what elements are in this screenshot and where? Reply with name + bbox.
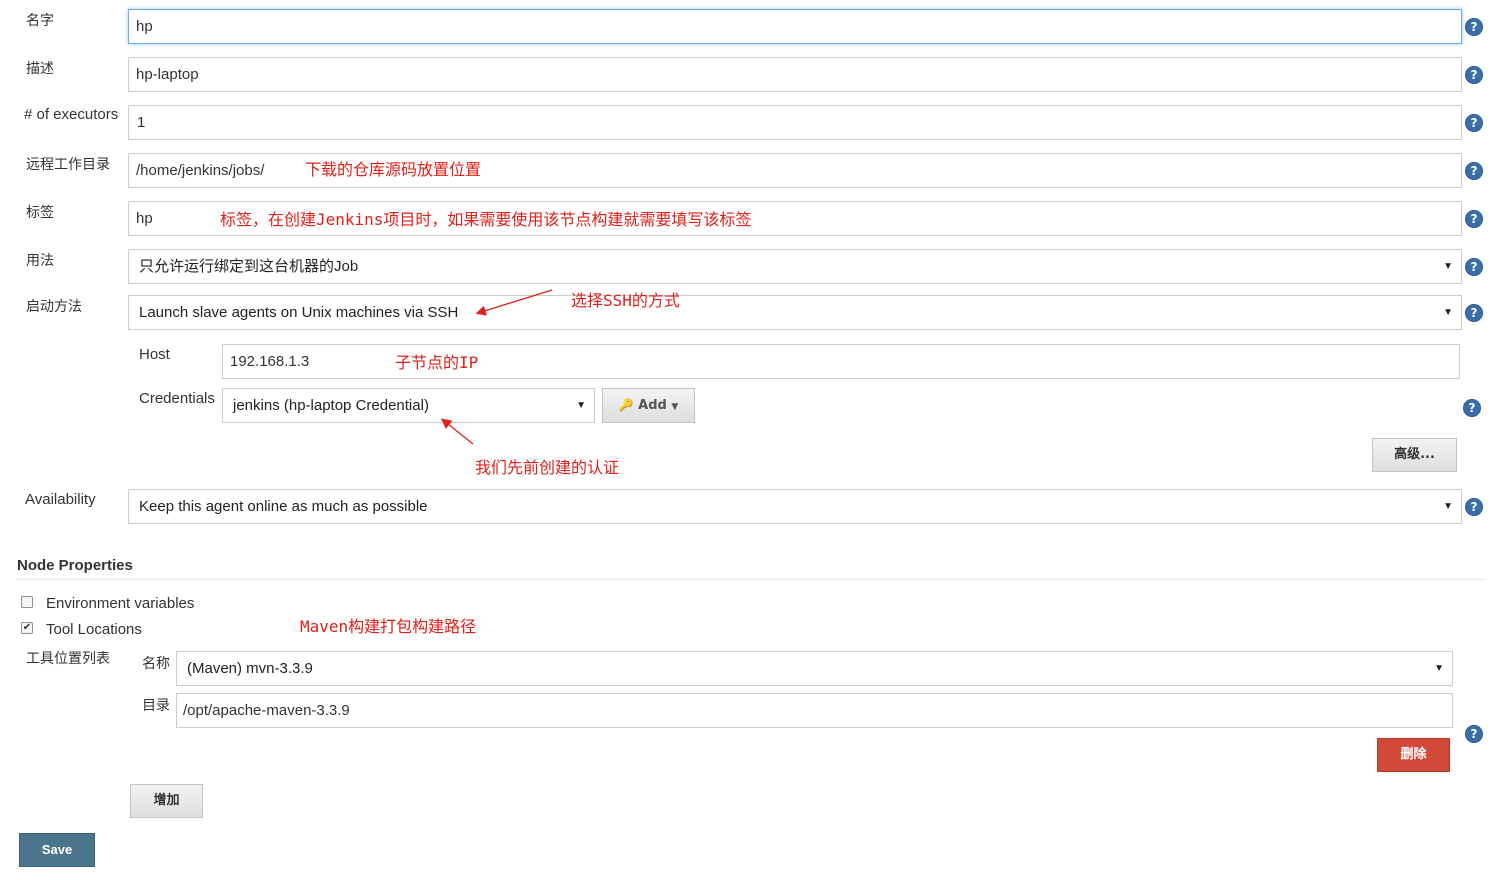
caret-down-icon: ▼ (1443, 501, 1453, 512)
tool-dir-input[interactable]: /opt/apache-maven-3.3.9 (176, 693, 1453, 728)
delete-button[interactable]: 删除 (1377, 738, 1450, 772)
node-properties-title: Node Properties (17, 557, 133, 574)
tool-dir-label: 目录 (142, 698, 170, 714)
availability-select[interactable]: Keep this agent online as much as possib… (128, 489, 1462, 524)
annotation-arrows (440, 289, 553, 445)
availability-label: Availability (25, 491, 96, 508)
tool-name-value: (Maven) mvn-3.3.9 (187, 660, 313, 677)
advanced-button[interactable]: 高级... (1372, 438, 1457, 472)
tool-name-label: 名称 (142, 656, 170, 672)
tool-locations-label: Tool Locations (46, 621, 142, 638)
save-button[interactable]: Save (19, 833, 95, 867)
arrow-launch (475, 289, 553, 316)
arrow-credentials (440, 418, 474, 445)
tool-list-label: 工具位置列表 (26, 651, 110, 667)
add-tool-button[interactable]: 增加 (130, 784, 203, 818)
tool-name-select[interactable]: (Maven) mvn-3.3.9 ▼ (176, 651, 1453, 686)
availability-value: Keep this agent online as much as possib… (139, 498, 428, 515)
caret-down-icon: ▼ (1434, 663, 1444, 674)
annotation-maven: Maven构建打包构建路径 (300, 617, 477, 636)
help-icon[interactable]: ? (1465, 725, 1483, 743)
tool-locations-checkbox[interactable]: ✔ (21, 622, 33, 634)
divider (17, 579, 1485, 580)
help-icon[interactable]: ? (1465, 498, 1483, 516)
env-vars-label: Environment variables (46, 595, 195, 612)
env-vars-checkbox[interactable] (21, 596, 33, 608)
